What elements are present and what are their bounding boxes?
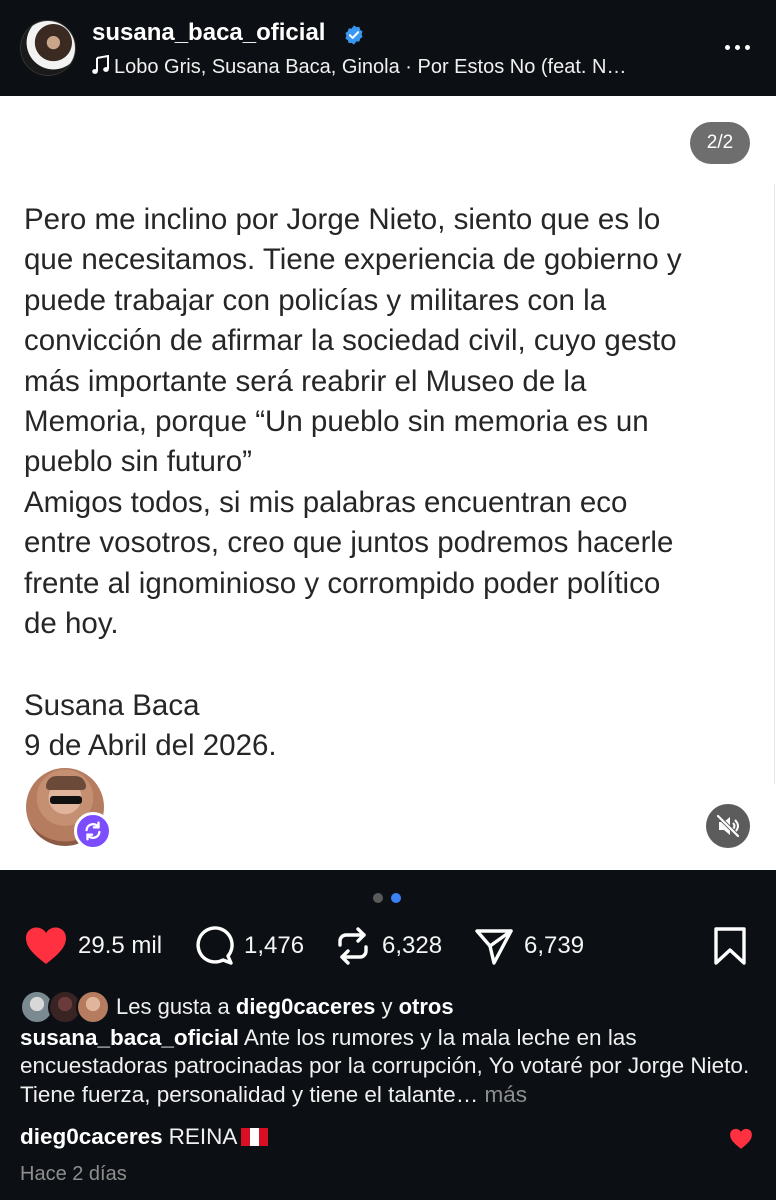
comment-count: 1,476: [244, 932, 305, 959]
peru-flag-icon: [241, 1128, 269, 1146]
profile-avatar[interactable]: [20, 20, 76, 76]
send-icon[interactable]: [474, 926, 514, 966]
comment-text: REINA: [168, 1124, 238, 1149]
comment-like-icon[interactable]: [729, 1128, 753, 1150]
liked-by-others[interactable]: otros: [399, 994, 454, 1019]
like-count: 29.5 mil: [78, 932, 163, 959]
heart-filled-icon[interactable]: [24, 926, 68, 966]
image-edge-divider: [774, 184, 775, 784]
comment-username[interactable]: dieg0caceres: [20, 1124, 163, 1150]
repost-arrows-icon[interactable]: [334, 925, 372, 967]
audio-track-label: Lobo Gris, Susana Baca, Ginola · Por Est…: [114, 56, 627, 78]
liked-by-text: Les gusta a dieg0caceres y otros: [116, 994, 454, 1019]
post-username[interactable]: susana_baca_oficial: [92, 19, 325, 47]
like-action[interactable]: 29.5 mil: [24, 920, 162, 972]
carousel-dot-1: [373, 893, 383, 903]
liked-by-user[interactable]: dieg0caceres: [236, 994, 375, 1019]
more-options-icon[interactable]: [722, 34, 754, 60]
repost-action[interactable]: 6,328: [334, 920, 442, 972]
share-count: 6,739: [524, 932, 585, 959]
liked-by-summary[interactable]: Les gusta a dieg0caceres y otros: [20, 990, 454, 1024]
post-caption: susana_baca_oficial Ante los rumores y l…: [20, 1024, 750, 1109]
comment-icon[interactable]: [194, 926, 234, 966]
caption-more-link[interactable]: más: [484, 1082, 527, 1107]
comment-action[interactable]: 1,476: [194, 920, 304, 972]
liker-avatars: [20, 990, 112, 1024]
post-timestamp: Hace 2 días: [20, 1163, 127, 1185]
repost-icon: [74, 812, 112, 850]
share-action[interactable]: 6,739: [474, 920, 584, 972]
action-bar: 29.5 mil 1,476 6,328 6,739: [0, 920, 776, 972]
carousel-dot-2: [391, 893, 401, 903]
bookmark-icon[interactable]: [712, 926, 748, 966]
music-note-icon: [92, 55, 114, 79]
audio-track[interactable]: Lobo Gris, Susana Baca, Ginola · Por Est…: [92, 55, 626, 79]
letter-body-text: Pero me inclino por Jorge Nieto, siento …: [24, 203, 682, 641]
slide-counter: 2/2: [690, 122, 750, 164]
signature-name: Susana Baca: [24, 689, 200, 722]
post-header: susana_baca_oficial Lobo Gris, Susana Ba…: [0, 0, 776, 96]
comment-preview[interactable]: dieg0caceres REINA: [20, 1124, 269, 1150]
verified-badge-icon: [345, 25, 363, 45]
caption-username[interactable]: susana_baca_oficial: [20, 1025, 239, 1050]
save-action[interactable]: [712, 920, 748, 972]
muted-speaker-icon[interactable]: [706, 804, 750, 848]
avatar: [76, 990, 110, 1024]
letter-signature: Susana Baca 9 de Abril del 2026.: [24, 686, 277, 766]
post-image[interactable]: 2/2 Pero me inclino por Jorge Nieto, sie…: [0, 96, 776, 870]
signature-date: 9 de Abril del 2026.: [24, 729, 277, 762]
carousel-indicator: [373, 893, 403, 903]
repost-count: 6,328: [382, 932, 443, 959]
